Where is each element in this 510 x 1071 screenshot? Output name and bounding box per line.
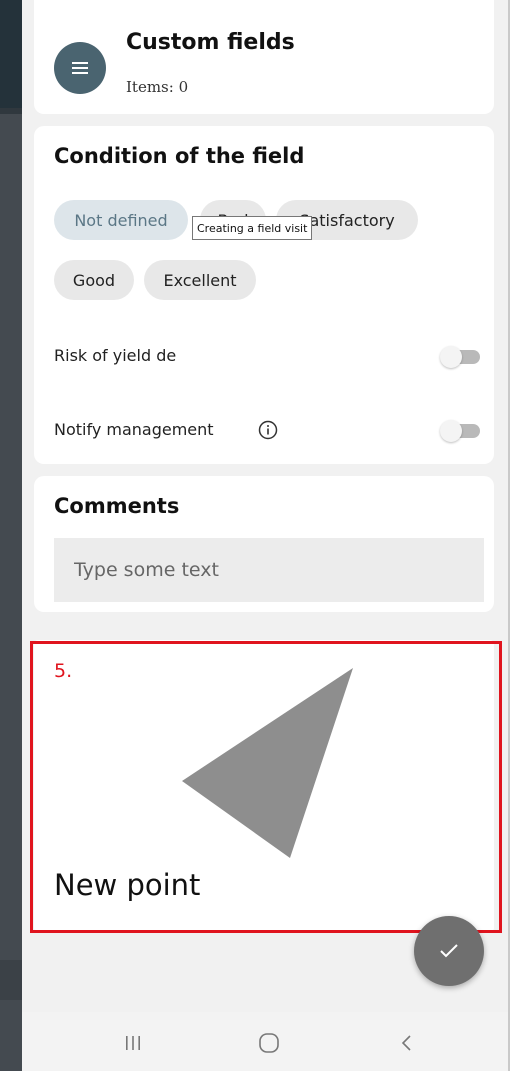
- point-shape: [182, 668, 353, 858]
- mute-icon: ✕: [356, 22, 368, 38]
- confirm-button[interactable]: [414, 916, 484, 986]
- tooltip: Creating a field visit: [192, 216, 313, 240]
- recent-apps-button[interactable]: [118, 1028, 148, 1058]
- network-label: Vo) LTE1: [402, 25, 436, 35]
- navigation-bar: [22, 1012, 508, 1071]
- status-time: 15:50: [46, 22, 84, 38]
- signal-icon: ▮: [439, 22, 448, 38]
- back-button[interactable]: [392, 1028, 422, 1058]
- home-button[interactable]: [254, 1028, 284, 1058]
- image-notification-icon: [89, 25, 102, 35]
- battery-percent: 66%: [451, 22, 480, 38]
- background-app: [0, 0, 22, 1071]
- home-icon: [259, 1033, 279, 1053]
- wifi-icon: ≋: [387, 22, 399, 38]
- back-icon: [401, 1035, 411, 1051]
- battery-icon: [484, 24, 492, 36]
- status-bar: 15:50 ✱ ✕ ● ≋ Vo) LTE1 ▮ 66%: [22, 0, 508, 42]
- step-number: 5.: [54, 660, 73, 682]
- new-point-label: New point: [54, 868, 201, 902]
- check-icon: [440, 944, 458, 958]
- recent-apps-icon: [126, 1036, 140, 1050]
- bluetooth-icon: ✱: [342, 22, 353, 38]
- phone-screen: Custom fields Items: 0 15:50 ✱ ✕ ● ≋ Vo)…: [22, 0, 508, 1071]
- location-icon: ●: [371, 22, 384, 38]
